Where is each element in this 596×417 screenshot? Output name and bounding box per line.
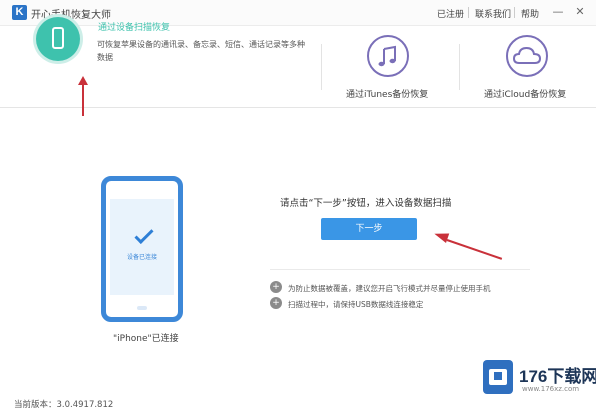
watermark-url: www.176xz.com	[522, 385, 580, 393]
device-scan-mode-title[interactable]: 通过设备扫描恢复	[98, 20, 170, 33]
registered-link[interactable]: 已注册	[437, 7, 464, 20]
note-text: 为防止数据被覆盖，建议您开启飞行模式并尽量停止使用手机	[288, 284, 491, 293]
minimize-button[interactable]: —	[549, 3, 567, 21]
itunes-mode-button[interactable]	[367, 35, 409, 77]
divider	[514, 7, 515, 18]
iphone-illustration	[101, 176, 183, 322]
icloud-mode-label[interactable]: 通过iCloud备份恢复	[484, 87, 566, 100]
mode-divider	[321, 44, 322, 90]
screen-status-label: 设备已连接	[127, 254, 158, 261]
cloud-icon	[512, 46, 542, 64]
annotation-arrow-up	[82, 82, 84, 116]
plus-icon: +	[270, 297, 282, 309]
itunes-mode-label[interactable]: 通过iTunes备份恢复	[346, 87, 428, 100]
divider	[270, 269, 530, 270]
watermark-brand: 176下载网	[519, 367, 596, 386]
app-title: 开心手机恢复大师	[31, 10, 111, 21]
music-note-icon	[378, 45, 396, 67]
annotation-arrow-left	[446, 239, 503, 260]
phone-home-indicator	[137, 306, 147, 310]
device-connected-label: "iPhone"已连接	[113, 334, 179, 344]
note-text: 扫描过程中，请保持USB数据线连接稳定	[288, 300, 424, 309]
annotation-arrow-up-head	[78, 76, 88, 85]
divider	[468, 7, 469, 18]
plus-icon: +	[270, 281, 282, 293]
device-scan-mode-description: 可恢复苹果设备的通讯录、备忘录、短信、通话记录等多种数据	[97, 40, 305, 62]
phone-screen	[110, 199, 174, 295]
watermark-logo-dot	[494, 372, 502, 380]
title-bar: K 开心手机恢复大师 已注册 联系我们 帮助 — ✕	[0, 0, 596, 26]
close-button[interactable]: ✕	[571, 3, 589, 21]
icloud-mode-button[interactable]	[506, 35, 548, 77]
app-window: K 开心手机恢复大师 已注册 联系我们 帮助 — ✕ 通过设备扫描恢复 可恢复苹…	[0, 0, 596, 417]
next-button[interactable]: 下一步	[321, 218, 417, 240]
app-logo: K	[12, 5, 27, 20]
phone-icon	[52, 27, 64, 49]
mode-divider	[459, 44, 460, 90]
version-label: 当前版本：3.0.4917.812	[14, 400, 114, 410]
contact-link[interactable]: 联系我们	[475, 7, 511, 20]
scan-prompt: 请点击“下一步”按钮，进入设备数据扫描	[280, 198, 452, 209]
help-link[interactable]: 帮助	[521, 7, 539, 20]
